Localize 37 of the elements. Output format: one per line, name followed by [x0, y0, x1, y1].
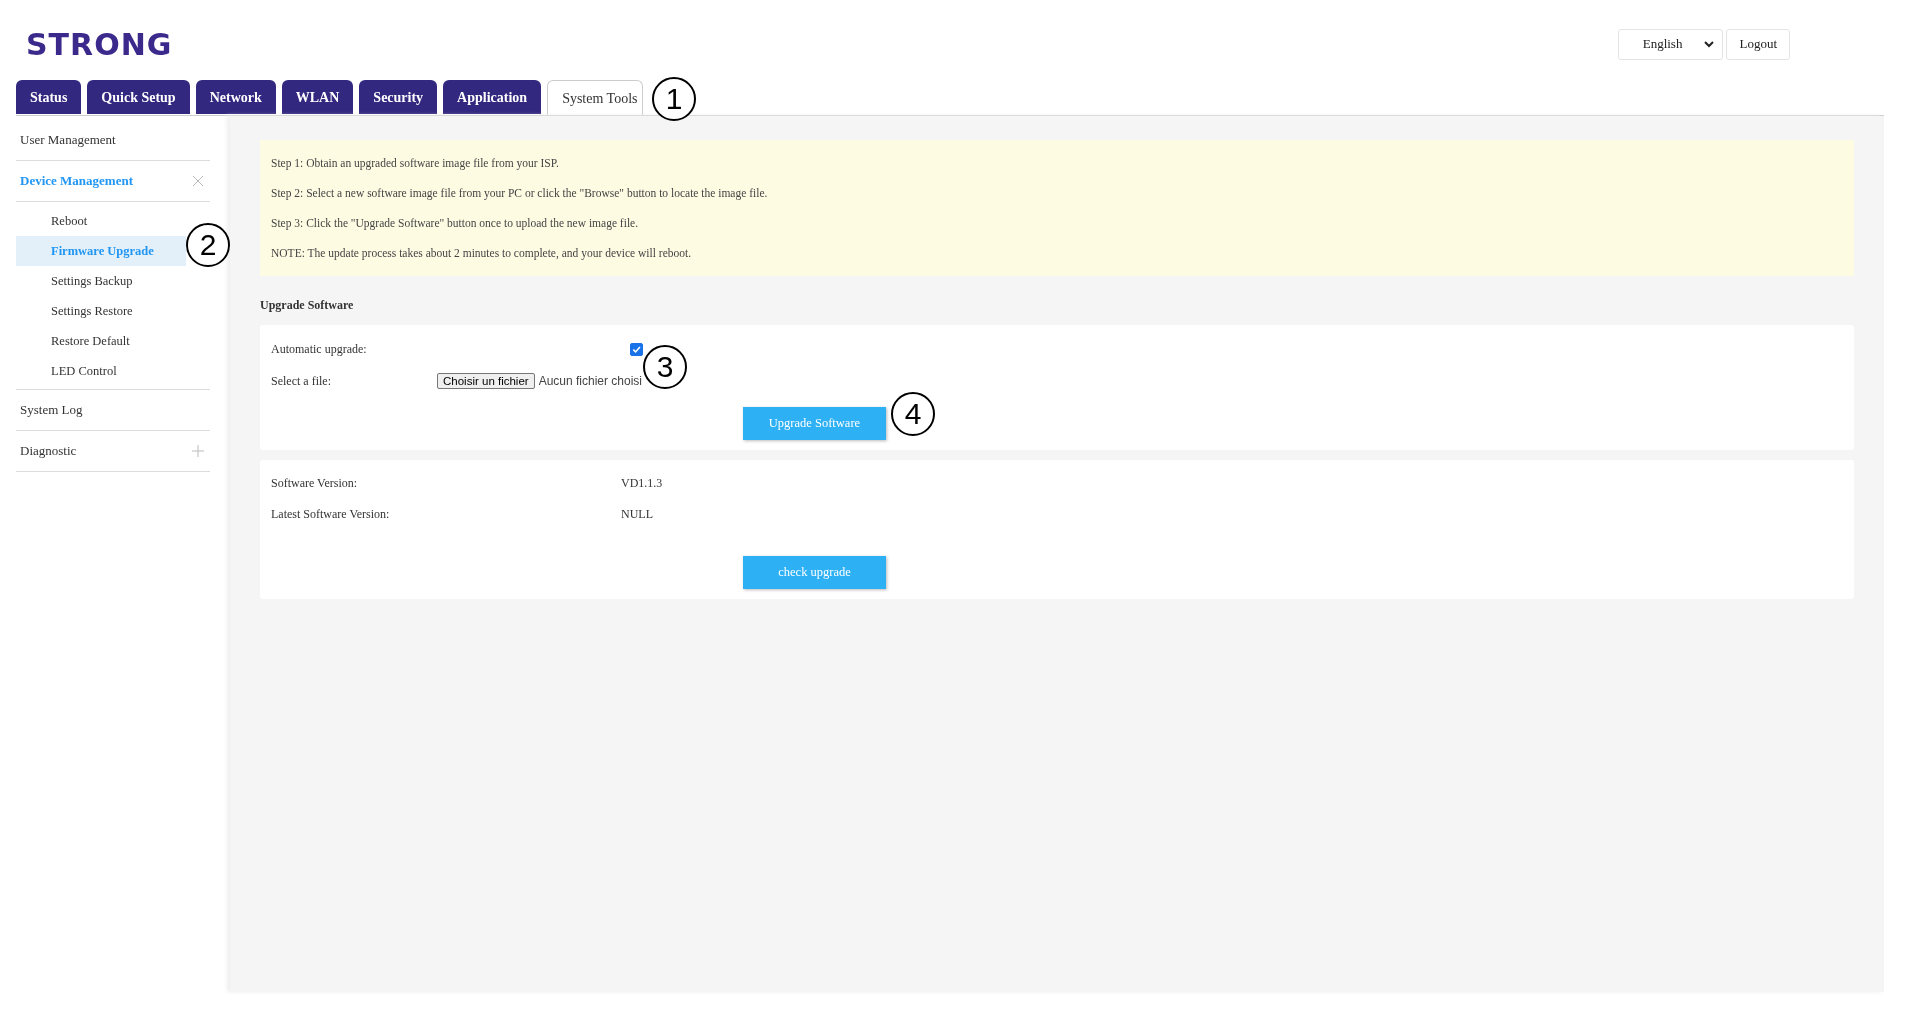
nav-tab[interactable]: Status: [16, 80, 82, 114]
instruction-text: Step 3: Click the "Upgrade Software" button once to upload the new image file.: [271, 216, 640, 232]
collapse-icon[interactable]: [192, 175, 204, 187]
sidebar-item[interactable]: System Log: [20, 402, 83, 418]
instruction-text: Step 1: Obtain an upgraded software image file from your ISP.: [271, 156, 560, 172]
nav-tab[interactable]: Quick Setup: [87, 80, 190, 114]
checkbox[interactable]: [630, 342, 643, 356]
field-label: Select a file:: [271, 373, 332, 389]
submenu-item[interactable]: LED Control: [16, 356, 186, 386]
callout-number: 2: [186, 223, 230, 267]
field-value: NULL: [621, 507, 653, 522]
sidebar-item[interactable]: User Management: [20, 132, 116, 148]
instruction-text: NOTE: The update process takes about 2 minutes to complete, and your device will reboot.: [271, 246, 693, 262]
expand-icon[interactable]: [192, 445, 204, 457]
submenu-item[interactable]: Reboot: [16, 206, 186, 236]
nav-tab[interactable]: Application: [443, 80, 542, 114]
field-label: Software Version:: [271, 476, 359, 491]
submenu-item[interactable]: Settings Backup: [16, 266, 186, 296]
instruction-text: Step 2: Select a new software image file from your PC or click the "Browse" button to locate the image file.: [271, 186, 769, 202]
submenu-item[interactable]: Restore Default: [16, 326, 186, 356]
sidebar-item[interactable]: Diagnostic: [20, 443, 77, 459]
nav-tab[interactable]: Network: [195, 80, 276, 114]
language-select[interactable]: English: [1617, 28, 1724, 60]
nav-tab[interactable]: Security: [359, 80, 438, 114]
section-title: Upgrade Software: [260, 298, 355, 313]
submenu-item[interactable]: Settings Restore: [16, 296, 186, 326]
field-label: Automatic upgrade:: [271, 341, 368, 357]
field-value: VD1.1.3: [621, 476, 663, 491]
brand-logo: STRONG: [26, 26, 173, 62]
logout-button[interactable]: Logout: [1726, 28, 1790, 60]
choose-file-button[interactable]: Choisir un fichier: [437, 373, 535, 389]
file-status: Aucun fichier choisi: [538, 374, 643, 388]
chevron-icon: [1704, 40, 1715, 48]
nav-tab[interactable]: WLAN: [281, 80, 354, 114]
field-label: Latest Software Version:: [271, 507, 391, 522]
nav-tab[interactable]: System Tools: [547, 80, 643, 115]
callout-number: 1: [652, 77, 696, 121]
